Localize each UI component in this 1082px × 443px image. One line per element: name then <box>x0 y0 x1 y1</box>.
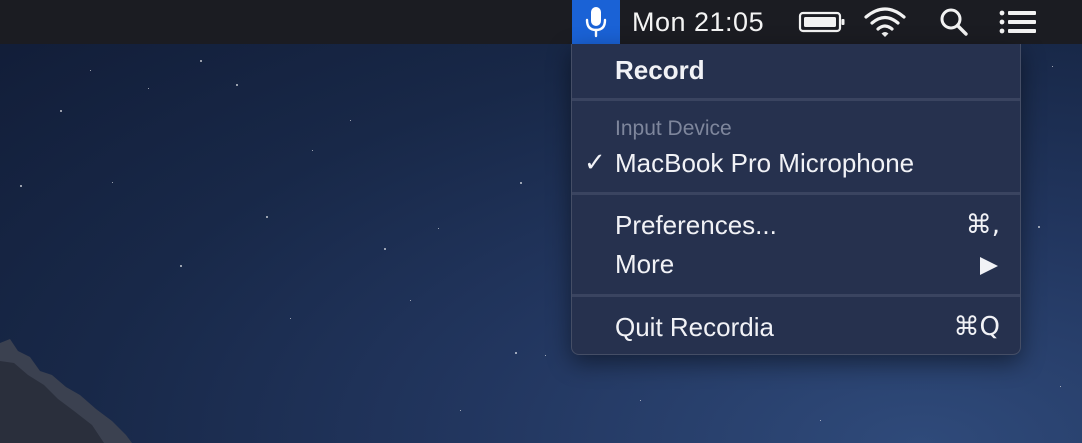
record-menu-item[interactable]: Record <box>615 55 705 86</box>
macbook-pro-microphone-item[interactable]: MacBook Pro Microphone <box>615 148 914 179</box>
recordia-menu-extra[interactable] <box>572 0 620 44</box>
submenu-arrow-icon <box>980 257 998 275</box>
menu-bar: Mon 21:05 <box>0 0 1082 44</box>
battery-icon <box>798 11 845 33</box>
desktop: Mon 21:05 Record Input Device ✓ MacBook … <box>0 0 1082 443</box>
menu-separator <box>572 192 1020 195</box>
microphone-icon <box>585 7 607 38</box>
wifi-icon <box>864 7 906 37</box>
mountain-silhouette <box>0 339 132 443</box>
quit-recordia-menu-item[interactable]: Quit Recordia <box>615 312 774 343</box>
wifi-status[interactable] <box>860 0 910 44</box>
menu-separator <box>572 98 1020 101</box>
search-icon <box>940 8 968 36</box>
recordia-dropdown-menu: Record Input Device ✓ MacBook Pro Microp… <box>571 44 1021 355</box>
more-menu-item[interactable]: More <box>615 249 674 280</box>
preferences-menu-item[interactable]: Preferences... <box>615 210 777 241</box>
list-icon <box>999 10 1036 34</box>
spotlight-button[interactable] <box>932 0 976 44</box>
checkmark-icon: ✓ <box>584 147 606 177</box>
menu-separator <box>572 294 1020 297</box>
preferences-shortcut: ⌘, <box>965 210 1000 240</box>
input-device-header: Input Device <box>615 117 732 140</box>
quit-shortcut: ⌘Q <box>953 312 1000 342</box>
menubar-clock[interactable]: Mon 21:05 <box>632 0 764 44</box>
notification-center-button[interactable] <box>994 0 1042 44</box>
battery-status[interactable] <box>794 0 850 44</box>
